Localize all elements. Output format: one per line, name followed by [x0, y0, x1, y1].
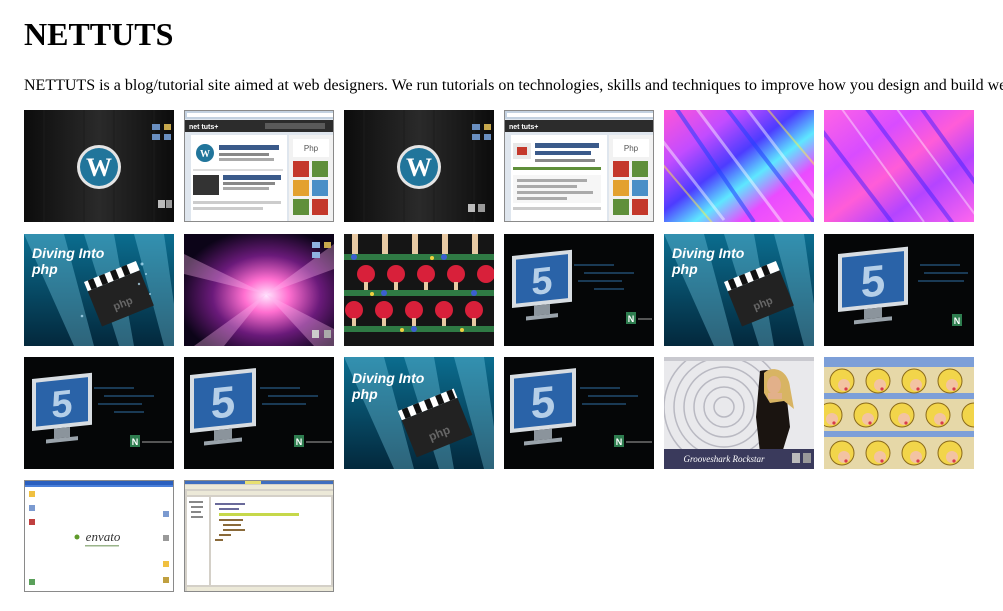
wordpress-desktop-image: W	[344, 110, 494, 222]
psychedelic-art-image	[824, 110, 974, 222]
thumbnail-envato-desktop[interactable]: envato	[24, 480, 174, 592]
thumbnail-html5-monitor[interactable]: 5 N	[504, 234, 654, 346]
svg-text:php: php	[671, 261, 698, 277]
thumbnail-nettuts-browser[interactable]: net tuts+ W Php	[184, 110, 334, 222]
code-editor-image	[185, 481, 333, 591]
popart-pattern-image	[824, 357, 974, 469]
thumbnail-psychedelic-art[interactable]	[664, 110, 814, 222]
svg-text:N: N	[616, 437, 623, 447]
svg-text:envato: envato	[86, 529, 121, 544]
thumbnail-diving-into-php[interactable]: Diving Into php php	[664, 234, 814, 346]
psychedelic-art-image	[664, 110, 814, 222]
svg-text:5: 5	[531, 260, 552, 304]
html5-monitor-image: 5 N	[504, 234, 654, 346]
svg-text:5: 5	[51, 383, 72, 427]
nettuts-browser-image: net tuts+ Php	[505, 111, 653, 221]
svg-text:Grooveshark Rockstar: Grooveshark Rockstar	[684, 454, 765, 464]
svg-text:net tuts+: net tuts+	[189, 124, 218, 131]
svg-text:5: 5	[531, 377, 555, 428]
envato-desktop-image: envato	[25, 481, 173, 591]
site-description: NETTUTS is a blog/tutorial site aimed at…	[24, 77, 1003, 94]
svg-text:W: W	[200, 149, 210, 160]
page: NETTUTS NETTUTS is a blog/tutorial site …	[0, 0, 1003, 611]
nettuts-browser-image: net tuts+ W Php	[185, 111, 333, 221]
rockstar-poster-image: Grooveshark Rockstar	[664, 357, 814, 469]
thumbnail-psychedelic-art[interactable]	[824, 110, 974, 222]
thumbnail-popart-pattern[interactable]	[824, 357, 974, 469]
svg-text:5: 5	[211, 377, 235, 428]
html5-monitor-image: 5 N	[504, 357, 654, 469]
html5-monitor-image: 5 N	[24, 357, 174, 469]
thumbnail-dancers-pattern[interactable]	[344, 234, 494, 346]
svg-text:php: php	[31, 261, 58, 277]
thumbnail-html5-monitor[interactable]: 5 N	[504, 357, 654, 469]
thumbnail-html5-monitor[interactable]: 5 N	[824, 234, 974, 346]
svg-text:N: N	[296, 437, 303, 447]
html5-monitor-image: 5 N	[184, 357, 334, 469]
thumbnail-nettuts-browser[interactable]: net tuts+ Php	[504, 110, 654, 222]
thumbnail-html5-monitor[interactable]: 5 N	[24, 357, 174, 469]
svg-text:net tuts+: net tuts+	[509, 124, 538, 131]
svg-text:W: W	[406, 153, 432, 182]
svg-text:N: N	[954, 316, 961, 326]
svg-text:Diving Into: Diving Into	[32, 245, 105, 261]
svg-text:Php: Php	[304, 144, 319, 153]
svg-text:N: N	[132, 437, 139, 447]
svg-text:5: 5	[861, 256, 885, 307]
thumbnail-diving-into-php[interactable]: Diving Into php php	[24, 234, 174, 346]
svg-text:Diving Into: Diving Into	[672, 245, 745, 261]
wordpress-desktop-image: W	[24, 110, 174, 222]
thumbnail-rockstar-poster[interactable]: Grooveshark Rockstar	[664, 357, 814, 469]
aurora-desktop-image	[184, 234, 334, 346]
page-title: NETTUTS	[24, 16, 174, 52]
svg-text:Diving Into: Diving Into	[352, 370, 425, 386]
svg-text:N: N	[628, 314, 635, 324]
thumbnail-wordpress-desktop[interactable]: W	[344, 110, 494, 222]
svg-text:php: php	[351, 386, 378, 402]
thumbnail-aurora-desktop[interactable]	[184, 234, 334, 346]
thumbnail-diving-into-php[interactable]: Diving Into php php	[344, 357, 494, 469]
thumbnail-wordpress-desktop[interactable]: W	[24, 110, 174, 222]
thumbnail-html5-monitor[interactable]: 5 N	[184, 357, 334, 469]
svg-text:W: W	[86, 153, 112, 182]
diving-into-php-image: Diving Into php php	[24, 234, 174, 346]
diving-into-php-image: Diving Into php php	[664, 234, 814, 346]
svg-text:Php: Php	[624, 144, 639, 153]
diving-into-php-image: Diving Into php php	[344, 357, 494, 469]
html5-monitor-image: 5 N	[824, 234, 974, 346]
thumbnail-code-editor[interactable]	[184, 480, 334, 592]
dancers-pattern-image	[344, 234, 494, 346]
